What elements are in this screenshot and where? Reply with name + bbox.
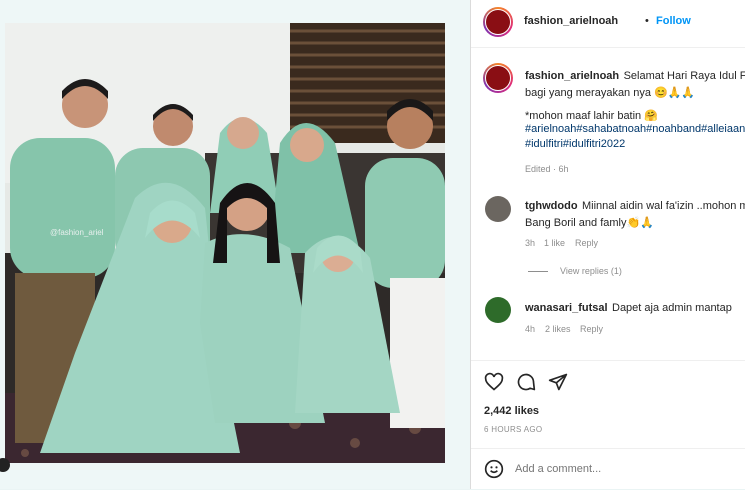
comment-icon[interactable]: [516, 372, 536, 392]
emoji-icon[interactable]: [484, 459, 504, 479]
author-avatar[interactable]: [483, 7, 513, 37]
comment-1-likes[interactable]: 1 like: [544, 238, 565, 248]
comment-1-line1: Miinnal aidin wal fa'izin ..mohon m: [582, 200, 745, 212]
comment-1-line2: Bang Boril and famly👏🙏: [525, 217, 654, 229]
caption-hashtags-1[interactable]: #arielnoah#sahabatnoah#noahband#alleiaan: [525, 123, 745, 135]
tagged-user-icon[interactable]: [0, 458, 10, 472]
family-photo-illustration: [5, 23, 445, 463]
header-username[interactable]: fashion_arielnoah: [524, 15, 618, 27]
caption-hashtags-2[interactable]: #idulfitri#idulfitri2022: [525, 138, 625, 150]
view-replies-button[interactable]: View replies (1): [560, 266, 622, 276]
caption-edited: Edited · 6h: [525, 164, 569, 174]
comment-2-text: Dapet aja admin mantap: [612, 302, 732, 314]
photo-watermark: @fashion_ariel: [50, 228, 104, 237]
caption-username[interactable]: fashion_arielnoah: [525, 70, 619, 82]
comment-2-likes[interactable]: 2 likes: [545, 324, 571, 334]
comment-2-reply[interactable]: Reply: [580, 324, 603, 334]
likes-count[interactable]: 2,442 likes: [484, 405, 539, 417]
caption-avatar[interactable]: [483, 63, 513, 93]
add-comment-input[interactable]: [515, 460, 735, 478]
follow-button[interactable]: Follow: [656, 15, 691, 27]
header-dot: •: [645, 15, 649, 27]
post-side-panel: fashion_arielnoah • Follow fashion_ariel…: [470, 0, 745, 489]
post-header: fashion_arielnoah • Follow: [471, 0, 745, 48]
comment-2-username[interactable]: wanasari_futsal: [525, 302, 608, 314]
comment-2-time: 4h: [525, 324, 536, 334]
comment-1-time: 3h: [525, 238, 536, 248]
comment-1-avatar[interactable]: [485, 196, 511, 222]
comment-1-username[interactable]: tghwdodo: [525, 200, 578, 212]
post-actions: 2,442 likes 6 HOURS AGO: [471, 360, 745, 446]
post-time: 6 HOURS AGO: [484, 425, 543, 434]
add-comment-bar: [471, 448, 745, 490]
caption-line2: bagi yang merayakan nya 😊🙏🙏: [525, 87, 696, 99]
caption-line3: *mohon maaf lahir batin 🤗: [525, 110, 658, 122]
photo-area: @fashion_ariel: [0, 0, 470, 489]
post-photo[interactable]: @fashion_ariel: [5, 23, 445, 463]
caption-line1: Selamat Hari Raya Idul Fitri: [623, 70, 745, 82]
comment-2-avatar[interactable]: [485, 297, 511, 323]
comment-1-reply[interactable]: Reply: [575, 238, 598, 248]
share-icon[interactable]: [548, 372, 568, 392]
view-replies-line: [528, 271, 548, 272]
heart-icon[interactable]: [484, 372, 504, 392]
